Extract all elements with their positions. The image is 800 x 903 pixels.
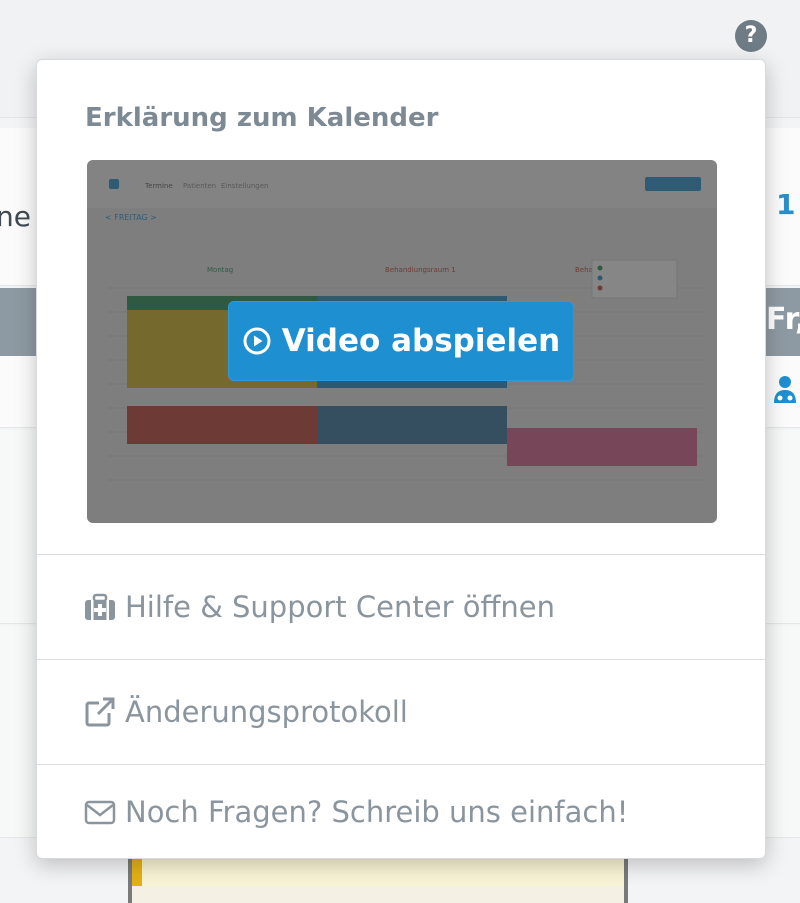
popover-title: Erklärung zum Kalender — [85, 103, 439, 133]
contact-label: Noch Fragen? Schreib uns einfach! — [125, 794, 629, 829]
video-player[interactable]: Termine Patienten Einstellungen < FREITA… — [87, 160, 717, 523]
help-icon[interactable]: ? — [735, 20, 767, 52]
changelog-label: Änderungsprotokoll — [125, 694, 408, 729]
external-link-icon — [85, 697, 115, 726]
changelog-link[interactable]: Änderungsprotokoll — [37, 659, 765, 763]
play-video-button[interactable]: Video abspielen — [228, 301, 574, 381]
help-center-label: Hilfe & Support Center öffnen — [125, 589, 556, 624]
background-day-label: Fr, — [766, 302, 800, 337]
help-center-link[interactable]: Hilfe & Support Center öffnen — [37, 554, 765, 658]
play-video-label: Video abspielen — [281, 323, 561, 359]
envelope-icon — [84, 800, 116, 824]
background-day-number: 1 — [776, 188, 796, 221]
event-band — [132, 886, 624, 903]
help-popover: Erklärung zum Kalender Termine Patienten… — [36, 59, 766, 859]
play-circle-icon — [243, 327, 271, 355]
medkit-icon — [85, 593, 115, 620]
doctor-icon — [774, 376, 796, 403]
contact-link[interactable]: Noch Fragen? Schreib uns einfach! — [37, 764, 765, 858]
